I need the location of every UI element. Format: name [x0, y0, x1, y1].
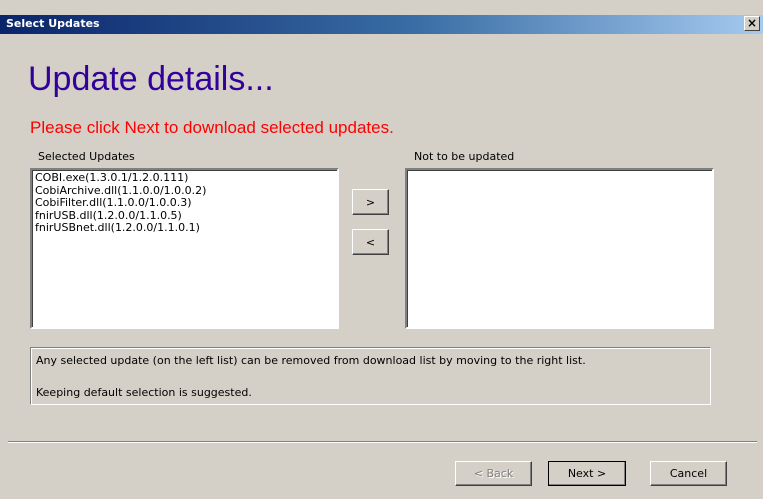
- move-left-button[interactable]: <: [352, 229, 389, 255]
- select-updates-dialog: Select Updates × Update details... Pleas…: [0, 0, 763, 499]
- list-item[interactable]: CobiFilter.dll(1.1.0.0/1.0.0.3): [35, 196, 334, 210]
- instruction-text: Please click Next to download selected u…: [30, 118, 394, 137]
- not-updated-label: Not to be updated: [414, 150, 515, 163]
- not-updated-listbox[interactable]: [405, 168, 714, 329]
- info-panel: Any selected update (on the left list) c…: [30, 347, 711, 405]
- back-button[interactable]: < Back: [455, 461, 532, 486]
- cancel-button[interactable]: Cancel: [650, 461, 727, 486]
- window-title: Select Updates: [6, 17, 100, 30]
- next-button[interactable]: Next >: [548, 461, 626, 486]
- list-item[interactable]: COBI.exe(1.3.0.1/1.2.0.111): [35, 171, 334, 185]
- move-right-button[interactable]: >: [352, 189, 389, 215]
- selected-updates-listbox[interactable]: COBI.exe(1.3.0.1/1.2.0.111) CobiArchive.…: [30, 168, 339, 329]
- info-text-removal: Any selected update (on the left list) c…: [36, 354, 586, 367]
- footer-separator: [8, 441, 757, 443]
- list-item[interactable]: fnirUSBnet.dll(1.2.0.0/1.1.0.1): [35, 221, 334, 235]
- info-text-suggestion: Keeping default selection is suggested.: [36, 386, 252, 399]
- selected-updates-label: Selected Updates: [38, 150, 135, 163]
- close-button[interactable]: ×: [744, 16, 760, 31]
- page-heading: Update details...: [28, 60, 274, 98]
- title-bar[interactable]: Select Updates ×: [0, 15, 763, 34]
